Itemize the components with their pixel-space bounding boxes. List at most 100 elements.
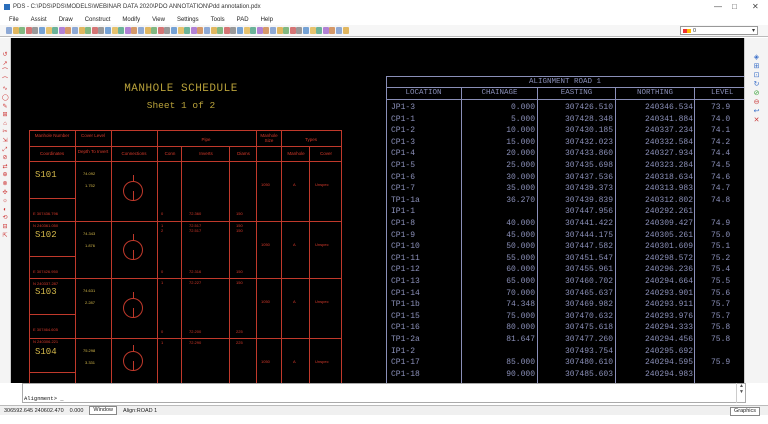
toolbar-tool-icon[interactable] — [197, 27, 204, 34]
menu-settings[interactable]: Settings — [177, 17, 199, 23]
toolbar-tool-icon[interactable] — [289, 27, 296, 34]
toolbar-tool-icon[interactable] — [270, 27, 276, 34]
chevron-down-icon[interactable]: ▾ — [752, 27, 755, 35]
toolbar-tool-icon[interactable] — [111, 27, 118, 34]
toolbar-tool-icon[interactable] — [329, 27, 336, 34]
close-button[interactable]: ✕ — [752, 2, 759, 11]
menu-modify[interactable]: Modify — [122, 17, 140, 23]
drawing-tool-icon[interactable]: ↺ — [2, 52, 8, 58]
maximize-button[interactable]: □ — [732, 2, 737, 11]
toolbar-tool-icon[interactable] — [6, 27, 12, 34]
view-tool-icon[interactable]: ↻ — [753, 81, 760, 88]
drawing-tool-icon[interactable]: ⇱ — [2, 233, 8, 239]
window-toggle-button[interactable]: Window — [89, 406, 117, 415]
menu-tools[interactable]: Tools — [211, 17, 225, 23]
menu-pad[interactable]: PAD — [237, 17, 249, 23]
drawing-tool-icon[interactable]: ☼ — [2, 198, 8, 204]
view-tool-icon[interactable]: ✕ — [753, 117, 760, 124]
toolbar-tool-icon[interactable] — [230, 27, 237, 34]
drawing-tool-icon[interactable]: ⊟ — [2, 224, 8, 230]
drawing-tool-icon[interactable]: ⟲ — [2, 215, 8, 221]
toolbar-tool-icon[interactable] — [151, 27, 158, 34]
toolbar-tool-icon[interactable] — [39, 27, 45, 34]
toolbar-tool-icon[interactable] — [184, 27, 191, 34]
view-tool-icon[interactable]: ⊞ — [753, 63, 760, 70]
toolbar-tool-icon[interactable] — [124, 27, 131, 34]
toolbar-tool-icon[interactable] — [131, 27, 138, 34]
view-tool-icon[interactable]: ⊖ — [753, 99, 760, 106]
menu-view[interactable]: View — [152, 17, 165, 23]
drawing-tool-icon[interactable]: ⊞ — [2, 112, 8, 118]
toolbar-tool-icon[interactable] — [296, 27, 303, 34]
drawing-tool-icon[interactable]: ⊕ — [2, 172, 8, 178]
drawing-tool-icon[interactable]: ✂ — [2, 129, 8, 135]
layer-select[interactable]: 0 ▾ — [680, 26, 758, 35]
toolbar-tool-icon[interactable] — [65, 27, 72, 34]
toolbar-tool-icon[interactable] — [72, 27, 78, 34]
toolbar-tool-icon[interactable] — [171, 27, 177, 34]
toolbar-tool-icon[interactable] — [263, 27, 270, 34]
toolbar-tool-icon[interactable] — [85, 27, 92, 34]
toolbar-tool-icon[interactable] — [118, 27, 125, 34]
drawing-tool-icon[interactable]: ⤢ — [2, 147, 8, 153]
toolbar-tool-icon[interactable] — [243, 27, 250, 34]
drawing-tool-icon[interactable]: ∿ — [2, 86, 8, 92]
toolbar-tool-icon[interactable] — [336, 27, 342, 34]
toolbar-tool-icon[interactable] — [190, 27, 197, 34]
drawing-tool-icon[interactable]: ◯ — [2, 95, 9, 101]
menu-help[interactable]: Help — [261, 17, 273, 23]
toolbar-tool-icon[interactable] — [138, 27, 144, 34]
toolbar-tool-icon[interactable] — [105, 27, 111, 34]
minimize-button[interactable]: — — [714, 2, 722, 11]
drawing-tool-icon[interactable]: ⊗ — [2, 181, 8, 187]
view-tool-icon[interactable]: ⊡ — [753, 72, 760, 79]
command-scrollbar[interactable]: ▲ ▼ — [736, 383, 746, 403]
toolbar-tool-icon[interactable] — [157, 27, 164, 34]
toolbar-tool-icon[interactable] — [223, 27, 230, 34]
toolbar-tool-icon[interactable] — [12, 27, 19, 34]
menu-assist[interactable]: Assist — [31, 17, 47, 23]
toolbar-tool-icon[interactable] — [217, 27, 224, 34]
toolbar-tool-icon[interactable] — [25, 27, 32, 34]
drawing-tool-icon[interactable]: ⇄ — [2, 164, 8, 170]
toolbar-tool-icon[interactable] — [98, 27, 105, 34]
toolbar-tool-icon[interactable] — [144, 27, 151, 34]
toolbar-tool-icon[interactable] — [276, 27, 283, 34]
toolbar-tool-icon[interactable] — [316, 27, 323, 34]
toolbar-tool-icon[interactable] — [342, 27, 349, 34]
menu-file[interactable]: File — [9, 17, 19, 23]
toolbar-tool-icon[interactable] — [164, 27, 171, 34]
toolbar-tool-icon[interactable] — [58, 27, 65, 34]
graphics-toggle-button[interactable]: Graphics — [729, 407, 760, 416]
toolbar-tool-icon[interactable] — [283, 27, 290, 34]
view-tool-icon[interactable]: ↩ — [753, 108, 760, 115]
toolbar-tool-icon[interactable] — [177, 27, 184, 34]
drawing-tool-icon[interactable]: ⊘ — [2, 155, 8, 161]
drawing-tool-icon[interactable]: ⌂ — [2, 121, 8, 127]
toolbar-tool-icon[interactable] — [237, 27, 243, 34]
toolbar-tool-icon[interactable] — [32, 27, 39, 34]
menu-construct[interactable]: Construct — [85, 17, 111, 23]
drawing-tool-icon[interactable]: ⇲ — [2, 138, 8, 144]
drawing-tool-icon[interactable]: ⌒ — [2, 78, 8, 84]
toolbar-tool-icon[interactable] — [19, 27, 26, 34]
toolbar-tool-icon[interactable] — [78, 27, 85, 34]
view-tool-icon[interactable]: ⊘ — [753, 90, 760, 97]
drawing-tool-icon[interactable]: ✣ — [2, 190, 8, 196]
toolbar-tool-icon[interactable] — [204, 27, 210, 34]
toolbar-tool-icon[interactable] — [256, 27, 263, 34]
toolbar-tool-icon[interactable] — [309, 27, 316, 34]
view-tool-icon[interactable]: ◈ — [753, 54, 760, 61]
toolbar-tool-icon[interactable] — [303, 27, 309, 34]
toolbar-tool-icon[interactable] — [91, 27, 98, 34]
drawing-canvas[interactable]: MANHOLE SCHEDULE Sheet 1 of 2 Manhole Nu… — [11, 38, 744, 383]
drawing-tool-icon[interactable]: ◐ — [2, 207, 8, 213]
drawing-tool-icon[interactable]: ↗ — [2, 61, 8, 67]
toolbar-tool-icon[interactable] — [250, 27, 257, 34]
command-prompt[interactable]: Alignment> _ — [24, 395, 64, 402]
toolbar-tool-icon[interactable] — [52, 27, 59, 34]
drawing-tool-icon[interactable]: ⌒ — [2, 69, 8, 75]
drawing-tool-icon[interactable]: ✎ — [2, 104, 8, 110]
command-history[interactable] — [22, 383, 746, 403]
toolbar-tool-icon[interactable] — [45, 27, 52, 34]
